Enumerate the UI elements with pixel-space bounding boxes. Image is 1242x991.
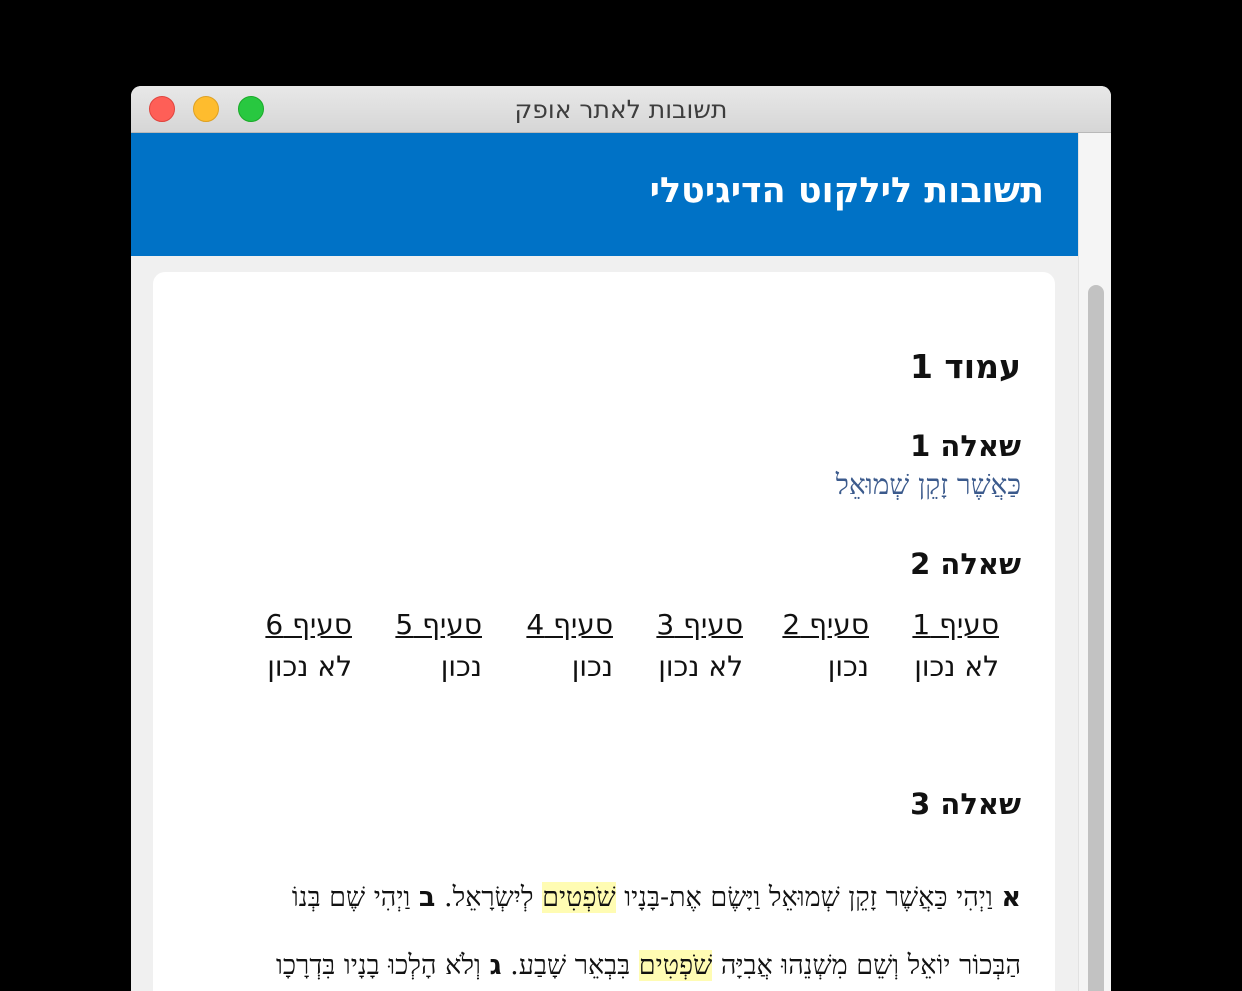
app-window: תשובות לאתר אופק תשובות לילקוט הדיגיטלי … <box>131 86 1111 991</box>
section-answer: נכון <box>440 650 482 683</box>
section-item: סעיף 4 נכון <box>503 608 613 683</box>
verse-text: לְיִשְׂרָאֵל. <box>443 882 534 913</box>
verse-text: בִּבְאֵר שָׁבַע. <box>510 950 631 981</box>
highlighted-word: שֹׁפְטִים <box>542 882 616 913</box>
question-2-heading: שאלה 2 <box>910 547 1021 581</box>
section-item: סעיף 5 נכון <box>372 608 482 683</box>
section-link[interactable]: סעיף 1 <box>889 608 999 641</box>
verse-marker-b: ב <box>418 882 436 913</box>
question-3-heading: שאלה 3 <box>910 787 1021 821</box>
section-answer: לא נכון <box>658 650 743 683</box>
question-1-heading: שאלה 1 <box>910 429 1021 463</box>
section-link[interactable]: סעיף 6 <box>242 608 352 641</box>
answers-card: עמוד 1 שאלה 1 כַּאֲשֶׁר זָקֵן שְׁמוּאֵל … <box>153 272 1055 991</box>
verse-text: וְלֹא הָלְכוּ בָנָיו בִּדְרָכָו <box>275 950 481 981</box>
verse-text: וַיְהִי כַּאֲשֶׁר זָקֵן שְׁמוּאֵל וַיָּש… <box>624 882 993 913</box>
question-2-sections: סעיף 1 לא נכון סעיף 2 נכון סעיף 3 לא נכו… <box>239 608 999 688</box>
verse-line-2: הַבְּכוֹר יוֹאֵל וְשֵׁם מִשְׁנֵהוּ אֲבִי… <box>173 932 1021 991</box>
page-title: תשובות לילקוט הדיגיטלי <box>649 171 1044 211</box>
verse-marker-g: ג <box>489 950 502 981</box>
question-3-verse-text: א וַיְהִי כַּאֲשֶׁר זָקֵן שְׁמוּאֵל וַיָ… <box>173 864 1021 991</box>
web-content: תשובות לילקוט הדיגיטלי עמוד 1 שאלה 1 כַּ… <box>131 133 1078 991</box>
verse-text: הַבְּכוֹר יוֹאֵל וְשֵׁם מִשְׁנֵהוּ אֲבִי… <box>720 950 1021 981</box>
highlighted-word: שֹׁפְטִים <box>638 950 713 981</box>
section-item: סעיף 3 לא נכון <box>633 608 743 683</box>
section-item: סעיף 1 לא נכון <box>889 608 999 683</box>
verse-text: וַיְהִי שֶׁם בְּנוֹ <box>291 882 411 913</box>
section-link[interactable]: סעיף 5 <box>372 608 482 641</box>
section-answer: לא נכון <box>914 650 999 683</box>
title-bar[interactable]: תשובות לאתר אופק <box>131 86 1111 133</box>
verse-marker-a: א <box>1001 882 1021 913</box>
question-1-answer: כַּאֲשֶׁר זָקֵן שְׁמוּאֵל <box>835 468 1021 501</box>
scrollbar-thumb[interactable] <box>1088 285 1104 991</box>
section-link[interactable]: סעיף 2 <box>759 608 869 641</box>
vertical-scrollbar[interactable] <box>1078 133 1111 991</box>
section-link[interactable]: סעיף 3 <box>633 608 743 641</box>
window-title: תשובות לאתר אופק <box>514 95 728 124</box>
section-item: סעיף 2 נכון <box>759 608 869 683</box>
section-link[interactable]: סעיף 4 <box>503 608 613 641</box>
verse-line-1: א וַיְהִי כַּאֲשֶׁר זָקֵן שְׁמוּאֵל וַיָ… <box>173 864 1021 932</box>
page-heading: עמוד 1 <box>909 347 1021 386</box>
section-answer: נכון <box>827 650 869 683</box>
section-item: סעיף 6 לא נכון <box>242 608 352 683</box>
section-answer: לא נכון <box>267 650 352 683</box>
page-header: תשובות לילקוט הדיגיטלי <box>131 133 1078 256</box>
section-answer: נכון <box>571 650 613 683</box>
